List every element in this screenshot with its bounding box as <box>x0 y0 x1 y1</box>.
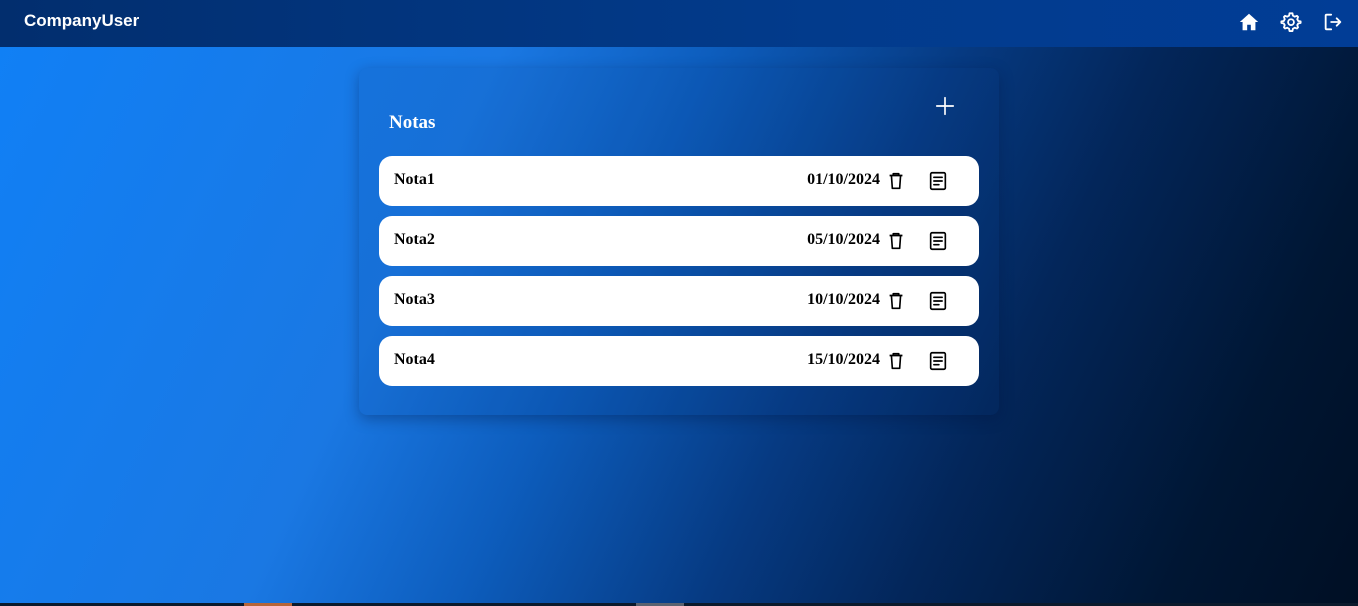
trash-icon[interactable] <box>885 230 907 252</box>
note-date: 05/10/2024 <box>807 231 880 248</box>
document-icon[interactable] <box>927 170 949 192</box>
note-date: 15/10/2024 <box>807 351 880 368</box>
add-note-button[interactable] <box>934 95 956 117</box>
note-row[interactable]: Nota4 15/10/2024 <box>379 336 979 386</box>
plus-icon <box>935 96 955 116</box>
note-name: Nota2 <box>394 231 435 248</box>
top-navbar: CompanyUser <box>0 0 1358 47</box>
settings-icon[interactable] <box>1280 11 1302 33</box>
note-row[interactable]: Nota3 10/10/2024 <box>379 276 979 326</box>
note-name: Nota4 <box>394 351 435 368</box>
document-icon[interactable] <box>927 230 949 252</box>
document-icon[interactable] <box>927 290 949 312</box>
note-row[interactable]: Nota1 01/10/2024 <box>379 156 979 206</box>
logout-icon[interactable] <box>1322 11 1344 33</box>
note-row[interactable]: Nota2 05/10/2024 <box>379 216 979 266</box>
notes-panel: Notas Nota1 01/10/2024 Nota2 05/10/2024 <box>359 68 999 415</box>
notes-list: Nota1 01/10/2024 Nota2 05/10/2024 Nota3 … <box>379 156 979 396</box>
home-icon[interactable] <box>1238 11 1260 33</box>
note-name: Nota3 <box>394 291 435 308</box>
brand-title[interactable]: CompanyUser <box>24 11 139 31</box>
document-icon[interactable] <box>927 350 949 372</box>
trash-icon[interactable] <box>885 170 907 192</box>
notes-title: Notas <box>389 112 436 133</box>
note-date: 01/10/2024 <box>807 171 880 188</box>
trash-icon[interactable] <box>885 350 907 372</box>
note-date: 10/10/2024 <box>807 291 880 308</box>
trash-icon[interactable] <box>885 290 907 312</box>
note-name: Nota1 <box>394 171 435 188</box>
